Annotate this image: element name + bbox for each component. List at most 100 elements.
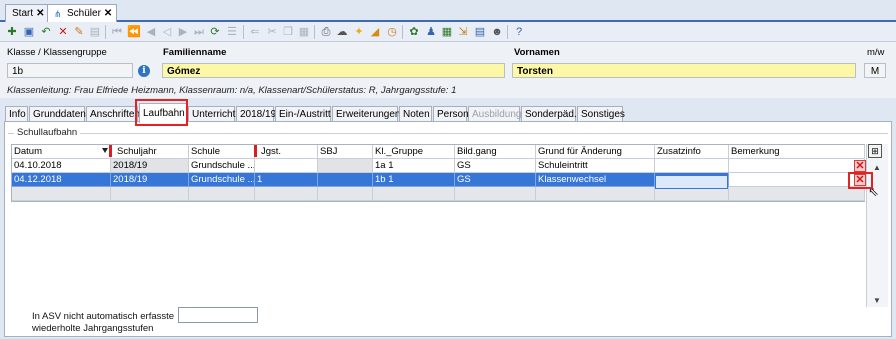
sort-descending-icon — [102, 148, 108, 153]
close-icon[interactable]: ✕ — [36, 8, 44, 19]
new-row-cell[interactable] — [455, 187, 536, 201]
cell-jgst[interactable]: 1 — [255, 173, 318, 187]
column-header-kl-gruppe[interactable]: Kl._Gruppe — [373, 145, 455, 159]
tab-sonstiges[interactable]: Sonstiges — [577, 106, 625, 122]
lightbulb-icon[interactable]: ✦ — [352, 25, 366, 39]
column-header-schule[interactable]: Schule — [189, 145, 255, 159]
scroll-up-icon[interactable]: ▲ — [873, 163, 881, 172]
tab-sonderpaed[interactable]: Sonderpäd. — [521, 106, 577, 122]
close-icon[interactable]: ✕ — [104, 8, 112, 19]
help-icon[interactable]: ? — [512, 25, 526, 39]
column-header-jgst[interactable]: Jgst. — [255, 145, 318, 159]
vornamen-label: Vornamen — [514, 47, 560, 58]
tab-unterricht[interactable]: Unterricht — [188, 106, 235, 122]
paste-icon[interactable]: ▦ — [297, 25, 311, 39]
grid-icon[interactable]: ▦ — [440, 25, 454, 39]
back-icon[interactable]: ◁ — [160, 25, 174, 39]
doc-tab-start[interactable]: Start ✕ — [5, 4, 50, 22]
arrow-left-icon[interactable]: ⇐ — [248, 25, 262, 39]
list-icon[interactable]: ☰ — [225, 25, 239, 39]
doc-tab-schueler[interactable]: ⋔ Schüler ✕ — [47, 4, 118, 22]
column-chooser-icon[interactable]: ⊞ — [868, 144, 882, 158]
first-record-icon[interactable]: ⏮ — [110, 25, 124, 39]
column-header-bemerkung[interactable]: Bemerkung — [729, 145, 865, 159]
toolbar-separator — [314, 25, 315, 39]
cell-grund[interactable]: Klassenwechsel — [536, 173, 655, 187]
vornamen-field[interactable]: Torsten — [512, 63, 856, 78]
info-icon[interactable]: i — [138, 65, 150, 77]
cloud-icon[interactable]: ☁ — [335, 25, 349, 39]
cell-datum[interactable]: 04.12.2018 — [12, 173, 111, 187]
class-info-line: Klassenleitung: Frau Elfriede Heizmann, … — [7, 85, 457, 96]
tab-schuljahr[interactable]: 2018/19 — [236, 106, 276, 122]
megaphone-icon[interactable]: ◢ — [368, 25, 382, 39]
cell-kl-gruppe[interactable]: 1a 1 — [373, 159, 455, 173]
column-header-zusatzinfo[interactable]: Zusatzinfo — [655, 145, 729, 159]
export-icon[interactable]: ⇲ — [456, 25, 470, 39]
prev-record-icon[interactable]: ◀ — [144, 25, 158, 39]
tab-ein-austritt[interactable]: Ein-/Austritt — [275, 106, 331, 122]
contact-icon[interactable]: ☻ — [490, 25, 504, 39]
column-header-bildgang[interactable]: Bild.gang — [455, 145, 536, 159]
person-icon[interactable]: ♟ — [424, 25, 438, 39]
cell-grund[interactable]: Schuleintritt — [536, 159, 655, 173]
klasse-field[interactable]: 1b — [7, 63, 133, 78]
new-row-cell[interactable] — [373, 187, 455, 201]
new-row-cell[interactable] — [536, 187, 655, 201]
cut-icon[interactable]: ✂ — [265, 25, 279, 39]
cell-sbj — [318, 159, 373, 173]
tab-erweiterungen[interactable]: Erweiterungen — [332, 106, 400, 122]
new-row-cell[interactable] — [189, 187, 255, 201]
settings-icon[interactable]: ✿ — [407, 25, 421, 39]
cell-datum[interactable]: 04.10.2018 — [12, 159, 111, 173]
wiederholte-jgst-label: In ASV nicht automatisch erfasste wieder… — [32, 311, 174, 335]
new-row-cell[interactable] — [255, 187, 318, 201]
cell-bemerkung[interactable] — [729, 159, 865, 173]
new-row-cell[interactable] — [655, 187, 729, 201]
new-row-cell[interactable] — [318, 187, 373, 201]
toolbar: ✚ ▣ ↶ ✕ ✎ ▤ ⏮ ⏪ ◀ ◁ ▶ ⏭ ⟳ ☰ ⇐ ✂ ❐ ▦ ⎙ ☁ … — [0, 22, 896, 42]
scroll-down-icon[interactable]: ▼ — [873, 296, 881, 305]
cell-bildgang[interactable]: GS — [455, 173, 536, 187]
delete-icon[interactable]: ✕ — [56, 25, 70, 39]
familienname-field[interactable]: Gómez — [162, 63, 505, 78]
tab-info[interactable]: Info — [5, 106, 28, 122]
prev-page-icon[interactable]: ⏪ — [127, 25, 141, 39]
add-icon[interactable]: ✚ — [5, 25, 19, 39]
wiederholte-jgst-input[interactable] — [178, 307, 258, 323]
cell-jgst[interactable] — [255, 159, 318, 173]
column-header-schuljahr[interactable]: Schuljahr — [111, 145, 189, 159]
tab-grunddaten[interactable]: Grunddaten — [29, 106, 86, 122]
print-icon[interactable]: ⎙ — [319, 25, 333, 39]
zusatzinfo-editor[interactable] — [655, 175, 728, 189]
label-line: In ASV nicht automatisch erfasste — [32, 311, 175, 322]
cell-kl-gruppe[interactable]: 1b 1 — [373, 173, 455, 187]
delete-row-icon[interactable]: ✕ — [854, 160, 866, 172]
next-record-icon[interactable]: ▶ — [176, 25, 190, 39]
cell-schule[interactable]: Grundschule ... — [189, 173, 255, 187]
edit-icon[interactable]: ✎ — [72, 25, 86, 39]
new-row-cell[interactable] — [12, 187, 111, 201]
tab-person[interactable]: Person — [433, 106, 469, 122]
clock-icon[interactable]: ◷ — [385, 25, 399, 39]
new-row-cell[interactable] — [111, 187, 189, 201]
tab-anschriften[interactable]: Anschriften — [86, 106, 140, 122]
new-row-cell[interactable] — [729, 187, 865, 201]
column-header-sbj[interactable]: SBJ — [318, 145, 373, 159]
column-header-datum[interactable]: Datum — [12, 145, 111, 159]
save-icon[interactable]: ▣ — [22, 25, 36, 39]
table-icon[interactable]: ▤ — [88, 25, 102, 39]
document-icon[interactable]: ▤ — [473, 25, 487, 39]
last-record-icon[interactable]: ⏭ — [192, 25, 206, 39]
laufbahn-grid: Datum Schuljahr Schule Jgst. SBJ Kl._Gru… — [11, 144, 865, 202]
undo-icon[interactable]: ↶ — [39, 25, 53, 39]
cell-schule[interactable]: Grundschule ... — [189, 159, 255, 173]
cell-zusatzinfo[interactable] — [655, 159, 729, 173]
tab-noten[interactable]: Noten — [399, 106, 432, 122]
cell-bildgang[interactable]: GS — [455, 159, 536, 173]
column-header-grund[interactable]: Grund für Änderung — [536, 145, 655, 159]
gender-field[interactable]: M — [864, 63, 886, 78]
copy-icon[interactable]: ❐ — [281, 25, 295, 39]
cell-bemerkung[interactable] — [729, 173, 865, 187]
refresh-icon[interactable]: ⟳ — [208, 25, 222, 39]
